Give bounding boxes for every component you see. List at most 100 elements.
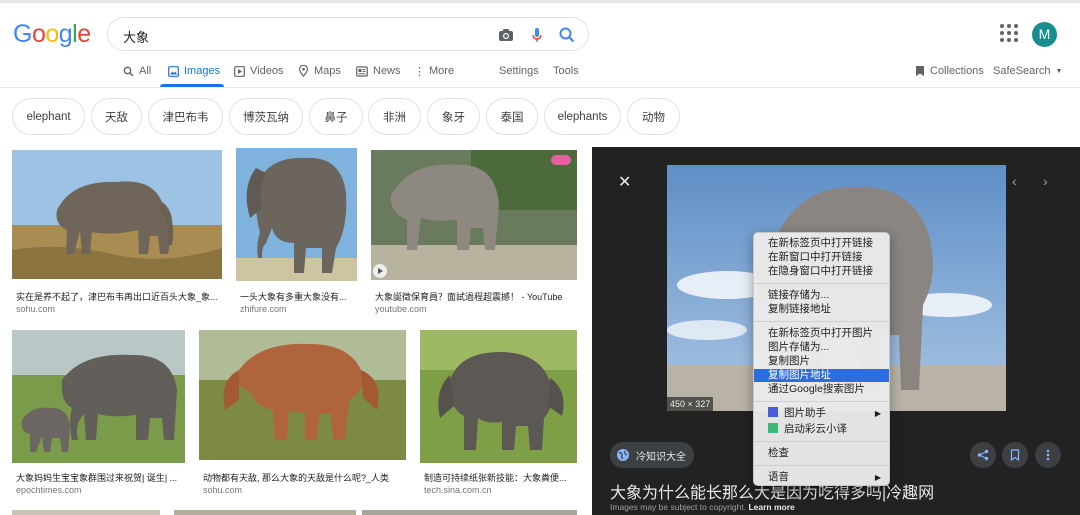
chevron-left-icon[interactable]: ‹ [1012, 173, 1017, 189]
menu-separator [754, 401, 889, 402]
image-result[interactable]: 大象誕徵保育員？面試過程超震撼！ - YouTube youtube.com [371, 150, 577, 315]
result-thumbnail[interactable] [236, 148, 357, 281]
collections-link[interactable]: Collections [915, 63, 984, 79]
chip[interactable]: elephant [12, 98, 85, 135]
chip[interactable]: 非洲 [368, 98, 421, 135]
ctx-caiyun-translate[interactable]: 启动彩云小译 [754, 423, 889, 436]
site-link[interactable]: 冷知识大全 [610, 442, 694, 468]
avatar[interactable]: M [1032, 22, 1057, 47]
tab-more[interactable]: ⋮ More [414, 63, 454, 79]
menu-separator [754, 283, 889, 284]
chip[interactable]: 津巴布韦 [148, 98, 223, 135]
menu-separator [754, 441, 889, 442]
dropdown-arrow-icon: ▼ [1055, 67, 1063, 75]
result-caption[interactable]: 大象妈妈生宝宝象群围过来祝贺| 诞生| ... [16, 471, 185, 484]
chip[interactable]: 动物 [627, 98, 680, 135]
image-result[interactable]: 一头大象有多重大象没有... zhifure.com [236, 148, 357, 315]
tab-news[interactable]: News [356, 63, 401, 79]
ctx-save-link-as[interactable]: 链接存储为... [754, 289, 889, 302]
search-input[interactable]: 大象 [123, 27, 149, 46]
result-source: epochtimes.com [16, 485, 82, 495]
chip[interactable]: 泰国 [486, 98, 538, 135]
result-caption[interactable]: 大象誕徵保育員？面試過程超震撼！ - YouTube [375, 290, 577, 303]
settings-link[interactable]: Settings [499, 63, 539, 79]
map-pin-icon [298, 65, 309, 77]
ctx-copy-image[interactable]: 复制图片 [754, 355, 889, 368]
more-vert-icon: ⋮ [414, 65, 425, 78]
microphone-icon[interactable] [527, 25, 547, 45]
submenu-arrow-icon: ▶ [874, 473, 881, 482]
search-icon[interactable] [557, 25, 577, 45]
news-icon [356, 65, 368, 77]
image-result[interactable]: 制造可持续纸张新技能：大象粪便... tech.sina.com.cn [420, 330, 577, 498]
save-bookmark-icon[interactable] [1002, 442, 1028, 468]
ctx-open-link-new-tab[interactable]: 在新标签页中打开链接 [754, 237, 889, 250]
result-source: youtube.com [375, 304, 427, 314]
related-chips: elephant 天敌 津巴布韦 博茨瓦纳 鼻子 非洲 象牙 泰国 elepha… [0, 98, 1080, 136]
tab-images[interactable]: Images [168, 63, 220, 79]
ctx-search-image-google[interactable]: 通过Google搜索图片 [754, 383, 889, 396]
ctx-open-link-incognito[interactable]: 在隐身窗口中打开链接 [754, 265, 889, 278]
ctx-inspect[interactable]: 检查 [754, 447, 889, 460]
tools-link[interactable]: Tools [553, 63, 579, 79]
close-icon[interactable]: ✕ [618, 172, 631, 192]
result-source: zhifure.com [240, 304, 287, 314]
share-icon[interactable] [970, 442, 996, 468]
result-source: sohu.com [203, 485, 243, 495]
ctx-copy-image-address[interactable]: 复制图片地址 [754, 369, 889, 382]
result-caption[interactable]: 制造可持续纸张新技能：大象粪便... [424, 471, 577, 484]
image-result-partial[interactable] [174, 510, 356, 515]
ctx-save-image-as[interactable]: 图片存储为... [754, 341, 889, 354]
image-result[interactable]: 大象妈妈生宝宝象群围过来祝贺| 诞生| ... epochtimes.com [12, 330, 185, 498]
safesearch-dropdown[interactable]: SafeSearch ▼ [993, 63, 1062, 79]
active-tab-indicator [160, 84, 224, 87]
result-thumbnail[interactable] [371, 150, 577, 280]
ctx-image-assistant[interactable]: 图片助手 ▶ [754, 407, 889, 420]
caiyun-icon [768, 423, 778, 433]
chip[interactable]: 天敌 [91, 98, 142, 135]
result-thumbnail[interactable] [12, 150, 222, 279]
context-menu: 在新标签页中打开链接 在新窗口中打开链接 在隐身窗口中打开链接 链接存储为...… [753, 232, 890, 486]
ctx-copy-link-address[interactable]: 复制链接地址 [754, 303, 889, 316]
result-caption[interactable]: 一头大象有多重大象没有... [240, 290, 357, 303]
result-caption[interactable]: 实在是养不起了，津巴布韦再出口近百头大象_象... [16, 290, 222, 303]
search-box[interactable]: 大象 [107, 17, 589, 51]
submenu-arrow-icon: ▶ [874, 409, 881, 418]
result-thumbnail[interactable] [12, 330, 185, 463]
image-dimensions: 450 × 327 [667, 397, 714, 411]
search-icon [123, 66, 134, 76]
tab-videos[interactable]: Videos [234, 63, 283, 79]
learn-more-link[interactable]: Learn more [748, 502, 794, 512]
chip[interactable]: 象牙 [427, 98, 480, 135]
chip[interactable]: elephants [544, 98, 621, 135]
globe-icon [617, 449, 629, 461]
ctx-open-link-new-window[interactable]: 在新窗口中打开链接 [754, 251, 889, 264]
image-icon [168, 65, 179, 77]
tab-all[interactable]: All [123, 63, 151, 79]
google-logo[interactable]: Google [13, 20, 91, 49]
result-thumbnail[interactable] [199, 330, 406, 460]
bookmark-icon [916, 66, 924, 76]
video-icon [234, 65, 245, 77]
apps-grid-icon[interactable] [1000, 24, 1018, 42]
chevron-right-icon[interactable]: › [1043, 173, 1048, 189]
image-result-partial[interactable] [12, 510, 160, 515]
menu-separator [754, 465, 889, 466]
result-source: tech.sina.com.cn [424, 485, 492, 495]
result-caption[interactable]: 动物都有天敌, 那么大象的天敌是什么呢?_人类 [203, 471, 406, 484]
result-source: sohu.com [16, 304, 56, 314]
result-thumbnail[interactable] [420, 330, 577, 463]
more-options-icon[interactable] [1035, 442, 1061, 468]
image-assistant-icon [768, 407, 778, 417]
image-result[interactable]: 动物都有天敌, 那么大象的天敌是什么呢?_人类 sohu.com [199, 330, 406, 498]
ctx-speech[interactable]: 语音 ▶ [754, 471, 889, 484]
chip[interactable]: 博茨瓦纳 [229, 98, 303, 135]
ctx-open-image-new-tab[interactable]: 在新标签页中打开图片 [754, 327, 889, 340]
menu-separator [754, 321, 889, 322]
image-result-partial[interactable] [362, 510, 577, 515]
tab-maps[interactable]: Maps [298, 63, 341, 79]
camera-icon[interactable] [496, 25, 516, 45]
chip[interactable]: 鼻子 [309, 98, 363, 135]
image-result[interactable]: 实在是养不起了，津巴布韦再出口近百头大象_象... sohu.com [12, 150, 222, 315]
copyright-note: Images may be subject to copyright. Lear… [610, 502, 795, 512]
